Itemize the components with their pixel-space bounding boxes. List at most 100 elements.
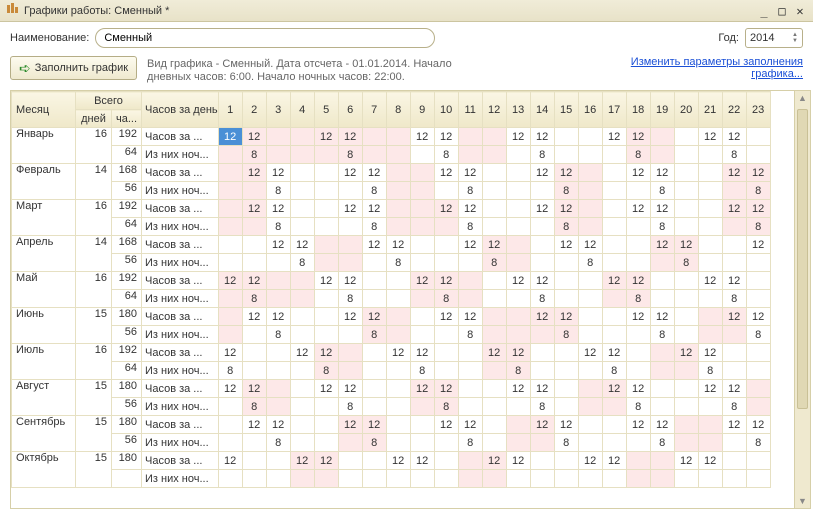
days-cell[interactable]: 16 bbox=[76, 200, 112, 236]
night-cell[interactable] bbox=[650, 254, 674, 272]
hours-cell[interactable] bbox=[506, 416, 530, 434]
hours-cell[interactable] bbox=[626, 236, 650, 254]
night-cell[interactable] bbox=[314, 146, 338, 164]
row-type-night[interactable]: Из них ноч... bbox=[142, 470, 219, 488]
hours-cell[interactable] bbox=[362, 380, 386, 398]
night-cell[interactable] bbox=[506, 146, 530, 164]
hours-cell[interactable] bbox=[218, 164, 242, 182]
row-type-hours[interactable]: Часов за ... bbox=[142, 416, 219, 434]
hours-cell[interactable] bbox=[362, 344, 386, 362]
hours-cell[interactable] bbox=[314, 200, 338, 218]
night-cell[interactable] bbox=[242, 470, 266, 488]
night-cell[interactable] bbox=[362, 254, 386, 272]
hours-cell[interactable]: 12 bbox=[314, 380, 338, 398]
hours-cell[interactable] bbox=[242, 344, 266, 362]
hours-cell[interactable] bbox=[338, 344, 362, 362]
night-cell[interactable] bbox=[482, 362, 506, 380]
night-cell[interactable] bbox=[386, 398, 410, 416]
hours-cell[interactable] bbox=[242, 236, 266, 254]
night-cell[interactable]: 8 bbox=[338, 290, 362, 308]
night-cell[interactable] bbox=[530, 362, 554, 380]
night-cell[interactable] bbox=[314, 434, 338, 452]
hours-cell[interactable] bbox=[626, 452, 650, 470]
hours-cell[interactable]: 12 bbox=[338, 272, 362, 290]
hours-cell[interactable] bbox=[338, 236, 362, 254]
night-cell[interactable] bbox=[578, 434, 602, 452]
night-cell[interactable]: 8 bbox=[362, 182, 386, 200]
hours-cell[interactable] bbox=[290, 200, 314, 218]
night-cell[interactable] bbox=[362, 362, 386, 380]
hours-cell[interactable]: 12 bbox=[434, 128, 458, 146]
night-cell[interactable] bbox=[602, 254, 626, 272]
row-type-hours[interactable]: Часов за ... bbox=[142, 344, 219, 362]
night-cell[interactable] bbox=[674, 146, 698, 164]
night-cell[interactable] bbox=[530, 254, 554, 272]
night-cell[interactable] bbox=[578, 146, 602, 164]
hours-cell[interactable]: 12 bbox=[218, 128, 242, 146]
night-cell[interactable] bbox=[530, 182, 554, 200]
hours-cell[interactable]: 12 bbox=[602, 344, 626, 362]
night-cell[interactable] bbox=[242, 362, 266, 380]
table-row[interactable]: Февраль14168Часов за ...1212121212121212… bbox=[12, 164, 771, 182]
hours-cell[interactable]: 12 bbox=[746, 236, 770, 254]
table-row[interactable]: 64Из них ноч...888888 bbox=[12, 362, 771, 380]
hours-cell[interactable] bbox=[650, 452, 674, 470]
night-cell[interactable] bbox=[602, 326, 626, 344]
night-cell[interactable]: 8 bbox=[458, 326, 482, 344]
scroll-down-icon[interactable]: ▼ bbox=[795, 496, 810, 506]
night-cell[interactable] bbox=[314, 254, 338, 272]
night-total-cell[interactable]: 56 bbox=[112, 254, 142, 272]
hours-cell[interactable]: 12 bbox=[506, 128, 530, 146]
hours-cell[interactable]: 12 bbox=[314, 128, 338, 146]
header-day-4[interactable]: 4 bbox=[290, 92, 314, 128]
night-cell[interactable] bbox=[698, 218, 722, 236]
night-cell[interactable] bbox=[626, 470, 650, 488]
hours-cell[interactable]: 12 bbox=[530, 200, 554, 218]
hours-cell[interactable] bbox=[434, 344, 458, 362]
night-cell[interactable] bbox=[314, 290, 338, 308]
hours-cell[interactable]: 12 bbox=[698, 380, 722, 398]
night-cell[interactable] bbox=[434, 254, 458, 272]
hours-cell[interactable]: 12 bbox=[722, 164, 746, 182]
night-cell[interactable] bbox=[578, 398, 602, 416]
night-cell[interactable] bbox=[602, 218, 626, 236]
night-cell[interactable] bbox=[218, 470, 242, 488]
hours-cell[interactable] bbox=[482, 272, 506, 290]
hours-cell[interactable] bbox=[314, 236, 338, 254]
header-day-11[interactable]: 11 bbox=[458, 92, 482, 128]
hours-total-cell[interactable]: 192 bbox=[112, 128, 142, 146]
night-cell[interactable] bbox=[290, 362, 314, 380]
night-cell[interactable] bbox=[386, 326, 410, 344]
night-cell[interactable] bbox=[722, 182, 746, 200]
hours-cell[interactable] bbox=[362, 272, 386, 290]
night-cell[interactable]: 8 bbox=[626, 290, 650, 308]
hours-cell[interactable]: 12 bbox=[386, 452, 410, 470]
hours-cell[interactable] bbox=[218, 236, 242, 254]
row-type-hours[interactable]: Часов за ... bbox=[142, 308, 219, 326]
days-cell[interactable]: 16 bbox=[76, 128, 112, 164]
hours-cell[interactable]: 12 bbox=[746, 416, 770, 434]
hours-cell[interactable]: 12 bbox=[362, 236, 386, 254]
header-day-10[interactable]: 10 bbox=[434, 92, 458, 128]
hours-cell[interactable]: 12 bbox=[626, 164, 650, 182]
scroll-up-icon[interactable]: ▲ bbox=[795, 93, 810, 103]
night-cell[interactable] bbox=[218, 326, 242, 344]
hours-cell[interactable]: 12 bbox=[650, 200, 674, 218]
hours-cell[interactable] bbox=[674, 416, 698, 434]
night-cell[interactable] bbox=[266, 470, 290, 488]
header-day-14[interactable]: 14 bbox=[530, 92, 554, 128]
header-day-18[interactable]: 18 bbox=[626, 92, 650, 128]
night-cell[interactable]: 8 bbox=[242, 290, 266, 308]
row-type-night[interactable]: Из них ноч... bbox=[142, 434, 219, 452]
hours-cell[interactable] bbox=[482, 200, 506, 218]
hours-total-cell[interactable]: 168 bbox=[112, 236, 142, 254]
night-cell[interactable] bbox=[362, 146, 386, 164]
hours-cell[interactable] bbox=[410, 236, 434, 254]
hours-cell[interactable] bbox=[362, 452, 386, 470]
scroll-thumb[interactable] bbox=[797, 109, 808, 409]
table-row[interactable]: Июнь15180Часов за ...1212121212121212121… bbox=[12, 308, 771, 326]
night-cell[interactable] bbox=[410, 326, 434, 344]
night-cell[interactable]: 8 bbox=[338, 146, 362, 164]
night-cell[interactable] bbox=[650, 146, 674, 164]
night-cell[interactable] bbox=[290, 218, 314, 236]
